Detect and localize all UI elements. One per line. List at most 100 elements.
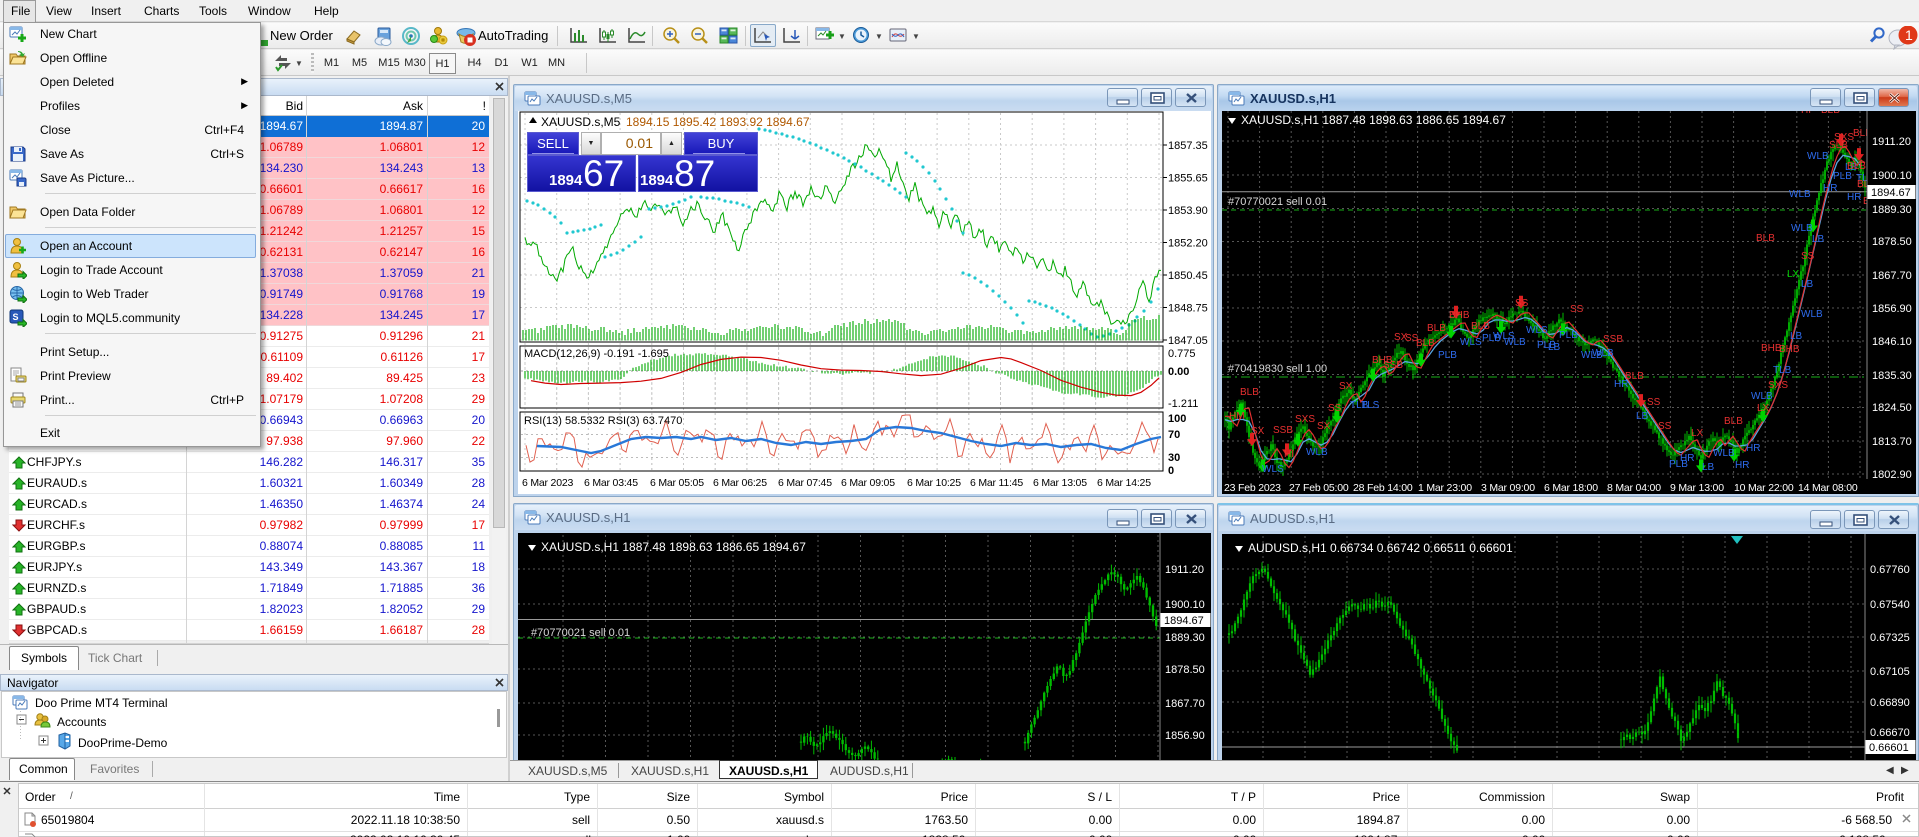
svg-text:1852.20: 1852.20 bbox=[1168, 238, 1208, 250]
svg-text:SS: SS bbox=[1647, 397, 1661, 408]
svg-text:1911.20: 1911.20 bbox=[1165, 564, 1204, 576]
svg-text:1900.10: 1900.10 bbox=[1872, 170, 1912, 182]
svg-text:0.00: 0.00 bbox=[1168, 366, 1189, 378]
svg-text:1847.05: 1847.05 bbox=[1168, 335, 1208, 347]
svg-text:LX: LX bbox=[1691, 428, 1704, 439]
svg-text:1867.70: 1867.70 bbox=[1165, 698, 1205, 710]
svg-text:BLB: BLB bbox=[1240, 387, 1259, 398]
svg-text:1894.67: 1894.67 bbox=[1871, 187, 1911, 199]
svg-text:XAUUSD.s,H1 1887.48 1898.63 1: XAUUSD.s,H1 1887.48 1898.63 1886.65 1894… bbox=[1241, 113, 1506, 127]
svg-text:8 Mar 04:00: 8 Mar 04:00 bbox=[1607, 482, 1661, 494]
svg-text:6 Mar 11:45: 6 Mar 11:45 bbox=[970, 477, 1023, 489]
svg-text:1867.70: 1867.70 bbox=[1872, 270, 1912, 282]
svg-text:BLB: BLB bbox=[1821, 111, 1840, 116]
svg-text:6 Mar 05:05: 6 Mar 05:05 bbox=[650, 477, 704, 489]
svg-text:WLS: WLS bbox=[1460, 337, 1482, 348]
svg-text:28 Feb 14:00: 28 Feb 14:00 bbox=[1353, 482, 1413, 494]
svg-text:1853.90: 1853.90 bbox=[1168, 205, 1208, 217]
svg-text:SLB: SLB bbox=[1829, 140, 1848, 151]
svg-text:0.66890: 0.66890 bbox=[1870, 697, 1910, 709]
svg-text:23 Feb 2023: 23 Feb 2023 bbox=[1224, 482, 1281, 494]
svg-text:1889.30: 1889.30 bbox=[1872, 204, 1912, 216]
svg-text:WLB: WLB bbox=[1592, 348, 1614, 359]
svg-text:BHB: BHB bbox=[1761, 343, 1782, 354]
svg-text:1856.90: 1856.90 bbox=[1872, 303, 1912, 315]
svg-text:WLB: WLB bbox=[1713, 448, 1735, 459]
svg-text:SS: SS bbox=[1801, 251, 1815, 262]
svg-text:#70770021 sell 0.01: #70770021 sell 0.01 bbox=[1228, 196, 1327, 208]
svg-text:6 Mar 07:45: 6 Mar 07:45 bbox=[778, 477, 832, 489]
svg-text:LB: LB bbox=[1790, 331, 1803, 342]
svg-text:SSB: SSB bbox=[1383, 360, 1403, 371]
svg-text:LB: LB bbox=[1702, 462, 1715, 473]
svg-text:LX: LX bbox=[1757, 403, 1770, 414]
svg-text:6 Mar 10:25: 6 Mar 10:25 bbox=[907, 477, 961, 489]
svg-text:100: 100 bbox=[1168, 413, 1186, 425]
svg-text:6 Mar 14:25: 6 Mar 14:25 bbox=[1097, 477, 1151, 489]
svg-text:SS: SS bbox=[1570, 304, 1584, 315]
svg-text:SS: SS bbox=[1515, 298, 1529, 309]
svg-text:0.66670: 0.66670 bbox=[1870, 727, 1910, 739]
svg-text:1911.20: 1911.20 bbox=[1872, 136, 1911, 148]
svg-text:WLB: WLB bbox=[1801, 309, 1823, 320]
svg-text:WLS: WLS bbox=[1262, 464, 1284, 475]
svg-text:#70770021 sell 0.01: #70770021 sell 0.01 bbox=[531, 627, 630, 639]
svg-text:1824.50: 1824.50 bbox=[1872, 402, 1912, 414]
svg-text:1889.30: 1889.30 bbox=[1165, 632, 1205, 644]
svg-text:HR: HR bbox=[1823, 183, 1837, 194]
svg-text:1856.90: 1856.90 bbox=[1165, 730, 1205, 742]
svg-text:BLB: BLB bbox=[1427, 323, 1446, 334]
svg-text:0.66601: 0.66601 bbox=[1869, 742, 1909, 754]
svg-text:HR: HR bbox=[1847, 192, 1861, 203]
svg-text:27 Feb 05:00: 27 Feb 05:00 bbox=[1289, 482, 1349, 494]
svg-text:0: 0 bbox=[1168, 465, 1174, 477]
svg-text:1 Mar 23:00: 1 Mar 23:00 bbox=[1418, 482, 1472, 494]
svg-text:70: 70 bbox=[1168, 429, 1180, 441]
svg-text:HI: HI bbox=[1801, 111, 1811, 116]
svg-text:14 Mar 08:00: 14 Mar 08:00 bbox=[1798, 482, 1858, 494]
svg-text:SSB: SSB bbox=[1603, 334, 1623, 345]
svg-text:TLS: TLS bbox=[1361, 400, 1380, 411]
svg-text:1878.50: 1878.50 bbox=[1165, 664, 1205, 676]
svg-text:S: S bbox=[13, 312, 19, 322]
svg-text:XAUUSD.s,H1 1887.48 1898.63 1: XAUUSD.s,H1 1887.48 1898.63 1886.65 1894… bbox=[541, 540, 806, 554]
svg-text:HI: HI bbox=[1284, 449, 1294, 460]
svg-text:PLB: PLB bbox=[1833, 171, 1852, 182]
svg-text:1850.45: 1850.45 bbox=[1168, 270, 1208, 282]
svg-text:1857.35: 1857.35 bbox=[1168, 140, 1208, 152]
svg-text:-1.211: -1.211 bbox=[1168, 398, 1198, 410]
svg-text:BHB: BHB bbox=[1779, 344, 1800, 355]
svg-text:RSI(13) 58.5332 RSI(3) 63.747: RSI(13) 58.5332 RSI(3) 63.7470 bbox=[524, 415, 682, 427]
svg-text:1894.15 1895.42 1893.92 1894.6: 1894.15 1895.42 1893.92 1894.67 bbox=[626, 115, 810, 129]
svg-text:1894.67: 1894.67 bbox=[1164, 615, 1204, 627]
svg-text:AUDUSD.s,H1 0.66734 0.66742 0: AUDUSD.s,H1 0.66734 0.66742 0.66511 0.66… bbox=[1248, 541, 1513, 555]
svg-text:SX: SX bbox=[1251, 426, 1265, 437]
svg-text:WLB: WLB bbox=[1789, 189, 1811, 200]
svg-text:LX: LX bbox=[1787, 269, 1800, 280]
svg-text:1846.10: 1846.10 bbox=[1872, 336, 1912, 348]
svg-text:LB: LB bbox=[1801, 279, 1814, 290]
svg-text:BLB: BLB bbox=[1724, 416, 1743, 427]
svg-text:6 Mar 2023: 6 Mar 2023 bbox=[522, 477, 573, 489]
svg-text:BLB: BLB bbox=[1416, 338, 1435, 349]
svg-text:SXS: SXS bbox=[1295, 414, 1315, 425]
svg-text:0.67540: 0.67540 bbox=[1870, 599, 1910, 611]
svg-text:HR: HR bbox=[1680, 453, 1694, 464]
svg-text:MACD(12,26,9) -0.191 -1.695: MACD(12,26,9) -0.191 -1.695 bbox=[524, 348, 669, 360]
svg-text:LB: LB bbox=[1636, 411, 1649, 422]
svg-text:SX: SX bbox=[1317, 421, 1331, 432]
svg-text:HR: HR bbox=[1735, 460, 1749, 471]
svg-text:SXS: SXS bbox=[1768, 380, 1788, 391]
svg-text:WLB: WLB bbox=[1306, 447, 1328, 458]
svg-text:SS: SS bbox=[1328, 403, 1342, 414]
svg-text:HR: HR bbox=[1746, 443, 1760, 454]
svg-text:6 Mar 09:05: 6 Mar 09:05 bbox=[841, 477, 895, 489]
svg-text:6 Mar 18:00: 6 Mar 18:00 bbox=[1544, 482, 1598, 494]
svg-text:XAUUSD.s,M5: XAUUSD.s,M5 bbox=[541, 115, 621, 129]
svg-text:6 Mar 06:25: 6 Mar 06:25 bbox=[713, 477, 767, 489]
svg-text:6 Mar 13:05: 6 Mar 13:05 bbox=[1033, 477, 1087, 489]
svg-text:1835.30: 1835.30 bbox=[1872, 370, 1912, 382]
svg-text:PLB: PLB bbox=[1438, 350, 1457, 361]
svg-text:WLB: WLB bbox=[1751, 391, 1773, 402]
svg-text:6 Mar 03:45: 6 Mar 03:45 bbox=[584, 477, 638, 489]
